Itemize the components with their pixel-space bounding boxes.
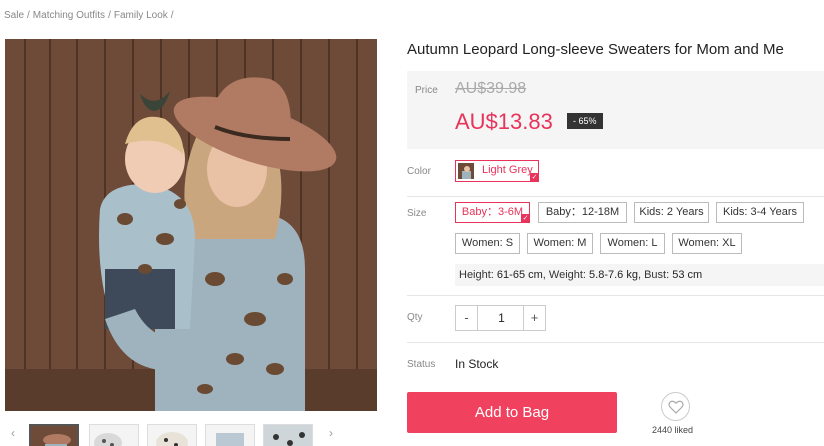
thumbnail[interactable] xyxy=(29,424,79,446)
color-swatch-image xyxy=(458,163,474,179)
size-option-label: Kids: 2 Years xyxy=(639,206,704,218)
color-label: Color xyxy=(407,166,431,177)
size-option-label: Baby：3-6M xyxy=(461,206,524,218)
size-option-label: Women: XL xyxy=(678,237,736,249)
discount-badge: - 65% xyxy=(567,113,603,129)
product-main-image[interactable] xyxy=(5,39,377,411)
size-option-label: Women: L xyxy=(607,237,658,249)
liked-count: 2440 liked xyxy=(652,425,694,435)
chevron-right-icon[interactable]: › xyxy=(323,426,339,446)
height-value: 61-65 cm xyxy=(496,269,543,281)
stock-status: In Stock xyxy=(455,357,499,371)
breadcrumb: Sale / Matching Outfits / Family Look / xyxy=(4,10,177,21)
size-option-label: Kids: 3-4 Years xyxy=(723,206,797,218)
qty-decrement-button[interactable]: - xyxy=(456,306,478,330)
divider xyxy=(407,196,824,197)
breadcrumb-item-matching-outfits[interactable]: Matching Outfits xyxy=(33,10,105,21)
price-box: Price AU$39.98 AU$13.83 - 65% xyxy=(407,71,824,149)
size-label: Size xyxy=(407,208,427,219)
size-option-kids-2-years[interactable]: Kids: 2 Years xyxy=(634,202,709,223)
check-icon: ✓ xyxy=(530,173,539,182)
size-option-label: Women: S xyxy=(461,237,514,249)
size-option-label: Baby：12-18M xyxy=(545,206,620,218)
size-option-label: Women: M xyxy=(533,237,587,249)
thumbnail[interactable] xyxy=(147,424,197,446)
color-option-light-grey[interactable]: Light Grey ✓ xyxy=(455,160,539,182)
chevron-left-icon[interactable]: ‹ xyxy=(5,426,21,446)
price-label: Price xyxy=(415,85,438,96)
add-to-bag-button[interactable]: Add to Bag xyxy=(407,392,617,433)
like-button[interactable] xyxy=(661,392,690,421)
height-label: Height: xyxy=(459,269,497,281)
size-option-kids-3-4-years[interactable]: Kids: 3-4 Years xyxy=(716,202,804,223)
weight-value: 5.8-7.6 kg xyxy=(589,269,638,281)
breadcrumb-separator: / xyxy=(27,10,30,21)
divider xyxy=(407,342,824,343)
breadcrumb-item-family-look[interactable]: Family Look xyxy=(114,10,168,21)
color-option-label: Light Grey xyxy=(482,164,533,176)
thumbnail[interactable] xyxy=(205,424,255,446)
size-measurements: Height: 61-65 cm, Weight: 5.8-7.6 kg, Bu… xyxy=(455,264,824,286)
heart-outline-icon xyxy=(668,400,684,414)
status-label: Status xyxy=(407,359,436,370)
thumbnail-strip: ‹ › xyxy=(5,424,377,446)
size-option-baby-12-18m[interactable]: Baby：12-18M xyxy=(538,202,627,223)
size-option-women-l[interactable]: Women: L xyxy=(600,233,665,254)
breadcrumb-separator: / xyxy=(170,10,174,21)
bust-value: 53 cm xyxy=(672,269,703,281)
qty-label: Qty xyxy=(407,312,423,323)
product-title: Autumn Leopard Long-sleeve Sweaters for … xyxy=(407,41,784,58)
qty-input[interactable]: 1 xyxy=(479,306,524,330)
thumbnail[interactable] xyxy=(263,424,313,446)
breadcrumb-item-sale[interactable]: Sale xyxy=(4,10,24,21)
original-price: AU$39.98 xyxy=(455,80,527,97)
size-option-women-xl[interactable]: Women: XL xyxy=(672,233,742,254)
size-option-baby-3-6m[interactable]: Baby：3-6M ✓ xyxy=(455,202,530,223)
check-icon: ✓ xyxy=(521,214,530,223)
bust-label: , Bust: xyxy=(637,269,673,281)
thumbnail[interactable] xyxy=(89,424,139,446)
size-option-women-m[interactable]: Women: M xyxy=(527,233,593,254)
weight-label: , Weight: xyxy=(542,269,590,281)
quantity-stepper: - 1 + xyxy=(455,305,546,331)
divider xyxy=(407,295,824,296)
qty-increment-button[interactable]: + xyxy=(523,306,545,330)
size-option-women-s[interactable]: Women: S xyxy=(455,233,520,254)
breadcrumb-separator: / xyxy=(108,10,111,21)
sale-price: AU$13.83 xyxy=(455,109,553,134)
